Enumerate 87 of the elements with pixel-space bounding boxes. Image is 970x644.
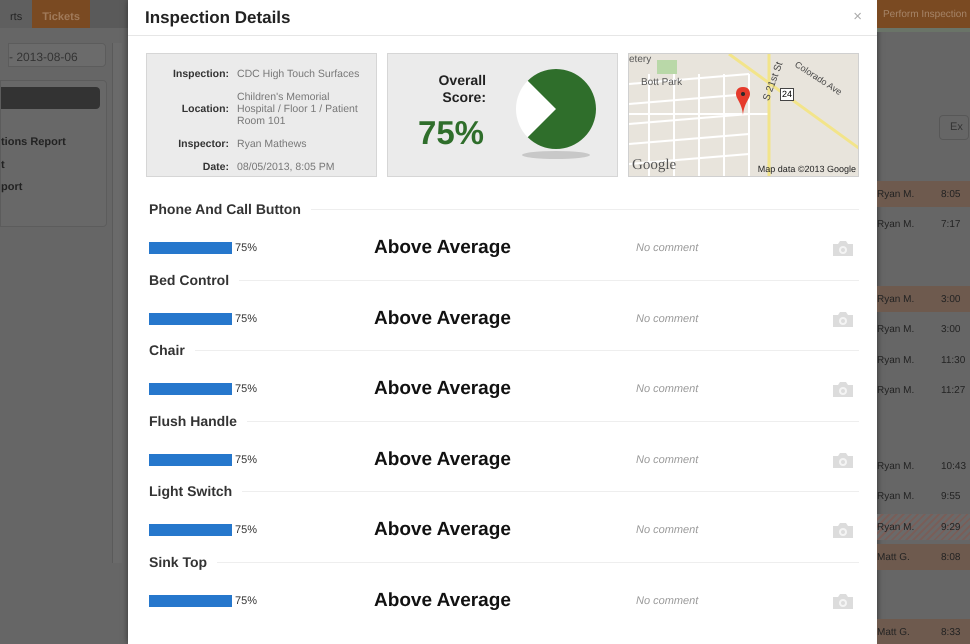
table-row[interactable]: Ryan M. 9:55 bbox=[877, 483, 970, 509]
table-row[interactable]: Matt G. 8:08 bbox=[877, 544, 970, 570]
date-range-field[interactable]: - 2013-08-06 bbox=[8, 43, 106, 67]
name-cell-text: Ryan M. bbox=[877, 354, 916, 368]
comment-text: No comment bbox=[636, 312, 700, 326]
score-value: 75% bbox=[418, 113, 484, 154]
table-row[interactable]: Ryan M. 3:00 bbox=[877, 316, 970, 342]
time-cell-text: 9:29 bbox=[941, 520, 960, 534]
percent-text: 75% bbox=[235, 523, 258, 538]
map-logo: Google bbox=[632, 156, 676, 175]
table-row[interactable]: Ryan M. 7:17 bbox=[877, 211, 970, 237]
name-cell-text: Matt G. bbox=[877, 550, 911, 564]
map-label: Bott Park bbox=[641, 76, 682, 90]
time-cell-text: 9:55 bbox=[941, 490, 960, 504]
name-cell-text: Matt G. bbox=[877, 626, 911, 640]
map-attribution: Map data ©2013 Google bbox=[758, 162, 856, 176]
rating-text: Above Average bbox=[374, 588, 512, 612]
table-row[interactable]: Ryan M. 8:05 bbox=[877, 181, 970, 207]
name-cell-text: Ryan M. bbox=[877, 520, 916, 534]
map-label: etery bbox=[629, 54, 652, 67]
rating-text: Above Average bbox=[374, 518, 512, 542]
info-value: CDC High Touch Surfaces bbox=[237, 68, 360, 80]
item-heading: Light Switch bbox=[149, 482, 232, 501]
rating-text: Above Average bbox=[374, 236, 512, 260]
time-cell-text: 10:43 bbox=[941, 460, 966, 474]
time-cell-text: 3:00 bbox=[941, 292, 960, 306]
table-row[interactable]: Ryan M. 10:43 bbox=[877, 453, 970, 479]
item-heading: Chair bbox=[149, 341, 185, 360]
info-value: Children's Memorial Hospital / Floor 1 / Patient Room 101 bbox=[237, 91, 359, 127]
info-value: 08/05/2013, 8:05 PM bbox=[237, 161, 336, 173]
info-label: Date: bbox=[202, 161, 229, 173]
comment-text: No comment bbox=[636, 523, 700, 538]
sidebar-item[interactable]: t bbox=[1, 156, 5, 173]
table-row[interactable]: Ryan M. 11:27 bbox=[877, 377, 970, 403]
item-heading: Phone And Call Button bbox=[149, 200, 301, 219]
info-label: Inspector: bbox=[177, 138, 229, 150]
dialog-title: Inspection Details bbox=[145, 6, 290, 29]
time-cell-text: 8:05 bbox=[941, 188, 960, 202]
item-heading: Flush Handle bbox=[149, 412, 237, 430]
time-cell-text: 3:00 bbox=[941, 322, 960, 336]
table-row[interactable]: Ryan M. 9:29 bbox=[877, 514, 970, 540]
close-button[interactable]: × bbox=[853, 6, 862, 29]
camera-icon[interactable] bbox=[833, 240, 853, 256]
time-cell-text: 8:33 bbox=[941, 626, 960, 640]
name-cell-text: Ryan M. bbox=[877, 460, 916, 474]
comment-text: No comment bbox=[636, 452, 700, 468]
comment-text: No comment bbox=[636, 382, 700, 397]
name-cell-text: Ryan M. bbox=[877, 292, 916, 306]
percent-text: 75% bbox=[235, 241, 258, 256]
sidebar-item[interactable]: tions Report bbox=[1, 134, 66, 150]
info-label: Inspection: bbox=[172, 68, 229, 80]
table-row[interactable]: Ryan M. 11:30 bbox=[877, 347, 970, 373]
name-cell-text: Ryan M. bbox=[877, 384, 916, 398]
time-cell-text: 8:08 bbox=[941, 550, 960, 564]
name-cell-text: Ryan M. bbox=[877, 490, 916, 504]
time-cell-text: 11:30 bbox=[941, 354, 966, 368]
sidebar-item[interactable]: port bbox=[1, 179, 22, 196]
time-cell-text: 7:17 bbox=[941, 218, 960, 232]
comment-text: No comment bbox=[636, 594, 700, 608]
info-label: Location: bbox=[180, 103, 229, 115]
percent-text: 75% bbox=[235, 382, 258, 397]
item-heading: Bed Control bbox=[149, 270, 230, 290]
route-shield-icon: 24 bbox=[780, 88, 794, 101]
time-cell-text: 11:27 bbox=[941, 384, 966, 398]
percent-text: 75% bbox=[235, 312, 258, 326]
item-heading: Sink Top bbox=[149, 552, 208, 572]
nav-tab[interactable]: Tickets bbox=[32, 0, 90, 28]
nav-tab[interactable]: rts bbox=[0, 0, 32, 28]
percent-text: 75% bbox=[235, 452, 258, 468]
camera-icon[interactable] bbox=[833, 310, 853, 327]
rating-text: Above Average bbox=[374, 448, 512, 472]
name-cell-text: Ryan M. bbox=[877, 322, 916, 336]
percent-text: 75% bbox=[235, 594, 258, 608]
info-value: Ryan Mathews bbox=[237, 138, 308, 150]
camera-icon[interactable] bbox=[833, 522, 853, 538]
camera-icon[interactable] bbox=[833, 381, 853, 398]
name-cell-text: Ryan M. bbox=[877, 218, 916, 232]
camera-icon[interactable] bbox=[833, 592, 853, 609]
table-row[interactable]: Ryan M. 3:00 bbox=[877, 286, 970, 312]
camera-icon[interactable] bbox=[833, 452, 853, 468]
map-pin-icon[interactable] bbox=[736, 87, 750, 115]
score-label: Overall Score: bbox=[438, 72, 486, 106]
table-row[interactable]: Matt G. 8:33 bbox=[877, 619, 970, 644]
rating-text: Above Average bbox=[374, 306, 512, 330]
comment-text: No comment bbox=[636, 241, 700, 256]
rating-text: Above Average bbox=[374, 377, 512, 401]
name-cell-text: Ryan M. bbox=[877, 188, 916, 202]
